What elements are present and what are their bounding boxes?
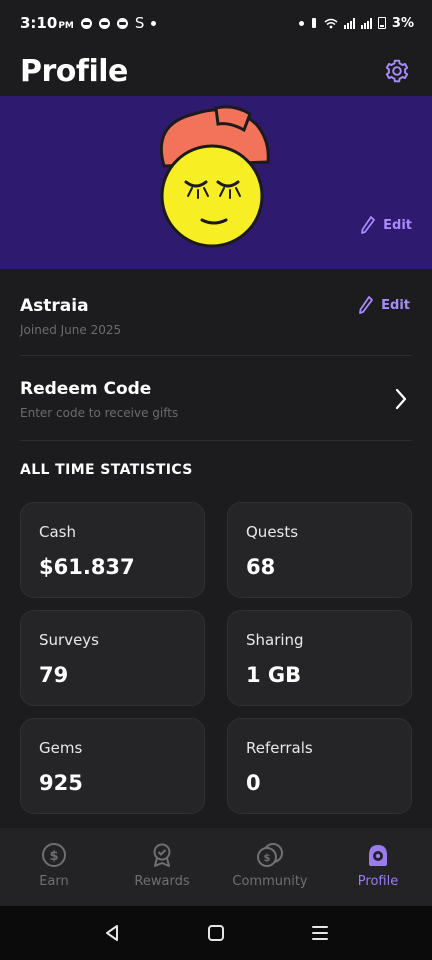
- stat-label: Quests: [246, 523, 299, 541]
- carrier-letter: S: [134, 14, 145, 32]
- menu-lines-icon: [312, 926, 328, 940]
- banner-edit-label: Edit: [383, 217, 412, 233]
- back-button[interactable]: [92, 913, 132, 953]
- home-square-icon: [208, 925, 224, 941]
- nav-community[interactable]: $ Community: [216, 842, 324, 889]
- vibrate-icon: [311, 18, 316, 28]
- bottom-nav: $ Earn Rewards $ Community Profile: [0, 828, 432, 906]
- nav-rewards-label: Rewards: [134, 874, 190, 889]
- name-edit-label: Edit: [381, 297, 410, 313]
- nav-community-label: Community: [232, 874, 308, 889]
- profile-screen: 3:10PM S 3% Profile Edit Astraia Joined …: [0, 0, 432, 960]
- stat-label: Gems: [39, 739, 83, 757]
- coins-stack-icon: $: [257, 843, 283, 867]
- redeem-subtitle: Enter code to receive gifts: [20, 406, 179, 420]
- stat-value: 68: [246, 555, 276, 579]
- nav-earn[interactable]: $ Earn: [0, 842, 108, 889]
- svg-text:$: $: [264, 853, 271, 864]
- stat-value: 0: [246, 771, 261, 795]
- stats-section-title: ALL TIME STATISTICS: [20, 462, 193, 478]
- status-time-value: 3:10: [20, 14, 58, 32]
- avatar: [159, 105, 270, 248]
- recents-button[interactable]: [300, 913, 340, 953]
- battery-icon: [377, 17, 386, 29]
- signal-icon: [343, 17, 355, 29]
- profile-banner: Edit: [0, 96, 432, 269]
- stat-value: 1 GB: [246, 663, 302, 687]
- notification-dot-icon: [151, 20, 157, 26]
- gear-icon: [385, 59, 409, 83]
- stat-label: Sharing: [246, 631, 304, 649]
- status-time: 3:10PM: [20, 14, 74, 32]
- stat-value: 925: [39, 771, 83, 795]
- home-button[interactable]: [196, 913, 236, 953]
- profile-icon: [369, 845, 387, 866]
- redeem-code-row[interactable]: Redeem Code Enter code to receive gifts: [20, 357, 412, 441]
- messenger-icon: [98, 17, 110, 29]
- nav-earn-label: Earn: [39, 874, 69, 889]
- stat-card-sharing: Sharing 1 GB: [227, 610, 412, 706]
- notification-dot-icon: [298, 20, 304, 26]
- dollar-coin-icon: $: [42, 843, 66, 867]
- stat-card-gems: Gems 925: [20, 718, 205, 814]
- profile-info: Astraia Joined June 2025 Edit: [20, 280, 412, 356]
- redeem-title: Redeem Code: [20, 379, 152, 399]
- status-ampm: PM: [58, 21, 74, 31]
- stat-card-quests: Quests 68: [227, 502, 412, 598]
- messenger-icon: [116, 17, 128, 29]
- system-nav-bar: [0, 906, 432, 960]
- status-right: 3%: [298, 15, 414, 31]
- svg-text:$: $: [49, 849, 58, 864]
- stat-label: Referrals: [246, 739, 313, 757]
- stat-card-surveys: Surveys 79: [20, 610, 205, 706]
- stat-label: Cash: [39, 523, 76, 541]
- award-badge-icon: [153, 843, 171, 867]
- settings-button[interactable]: [382, 56, 412, 86]
- status-left: 3:10PM S: [20, 14, 157, 32]
- nav-rewards[interactable]: Rewards: [108, 842, 216, 889]
- back-triangle-icon: [106, 925, 118, 941]
- page-title: Profile: [20, 53, 128, 89]
- battery-percent: 3%: [391, 15, 414, 31]
- stat-label: Surveys: [39, 631, 99, 649]
- join-date: Joined June 2025: [20, 323, 122, 337]
- stat-value: $61.837: [39, 555, 135, 579]
- messenger-icon: [80, 17, 92, 29]
- stat-value: 79: [39, 663, 69, 687]
- wifi-icon: [324, 18, 338, 28]
- banner-edit-button[interactable]: Edit: [361, 216, 412, 234]
- signal-icon: [360, 17, 372, 29]
- nav-profile[interactable]: Profile: [324, 842, 432, 889]
- header: Profile: [0, 46, 432, 96]
- status-bar: 3:10PM S 3%: [0, 0, 432, 46]
- chevron-right-icon: [395, 388, 407, 410]
- name-edit-button[interactable]: Edit: [359, 296, 410, 314]
- pencil-icon: [361, 216, 376, 234]
- stat-card-cash: Cash $61.837: [20, 502, 205, 598]
- user-name: Astraia: [20, 296, 89, 316]
- pencil-icon: [359, 296, 374, 314]
- stat-card-referrals: Referrals 0: [227, 718, 412, 814]
- nav-profile-label: Profile: [357, 874, 399, 889]
